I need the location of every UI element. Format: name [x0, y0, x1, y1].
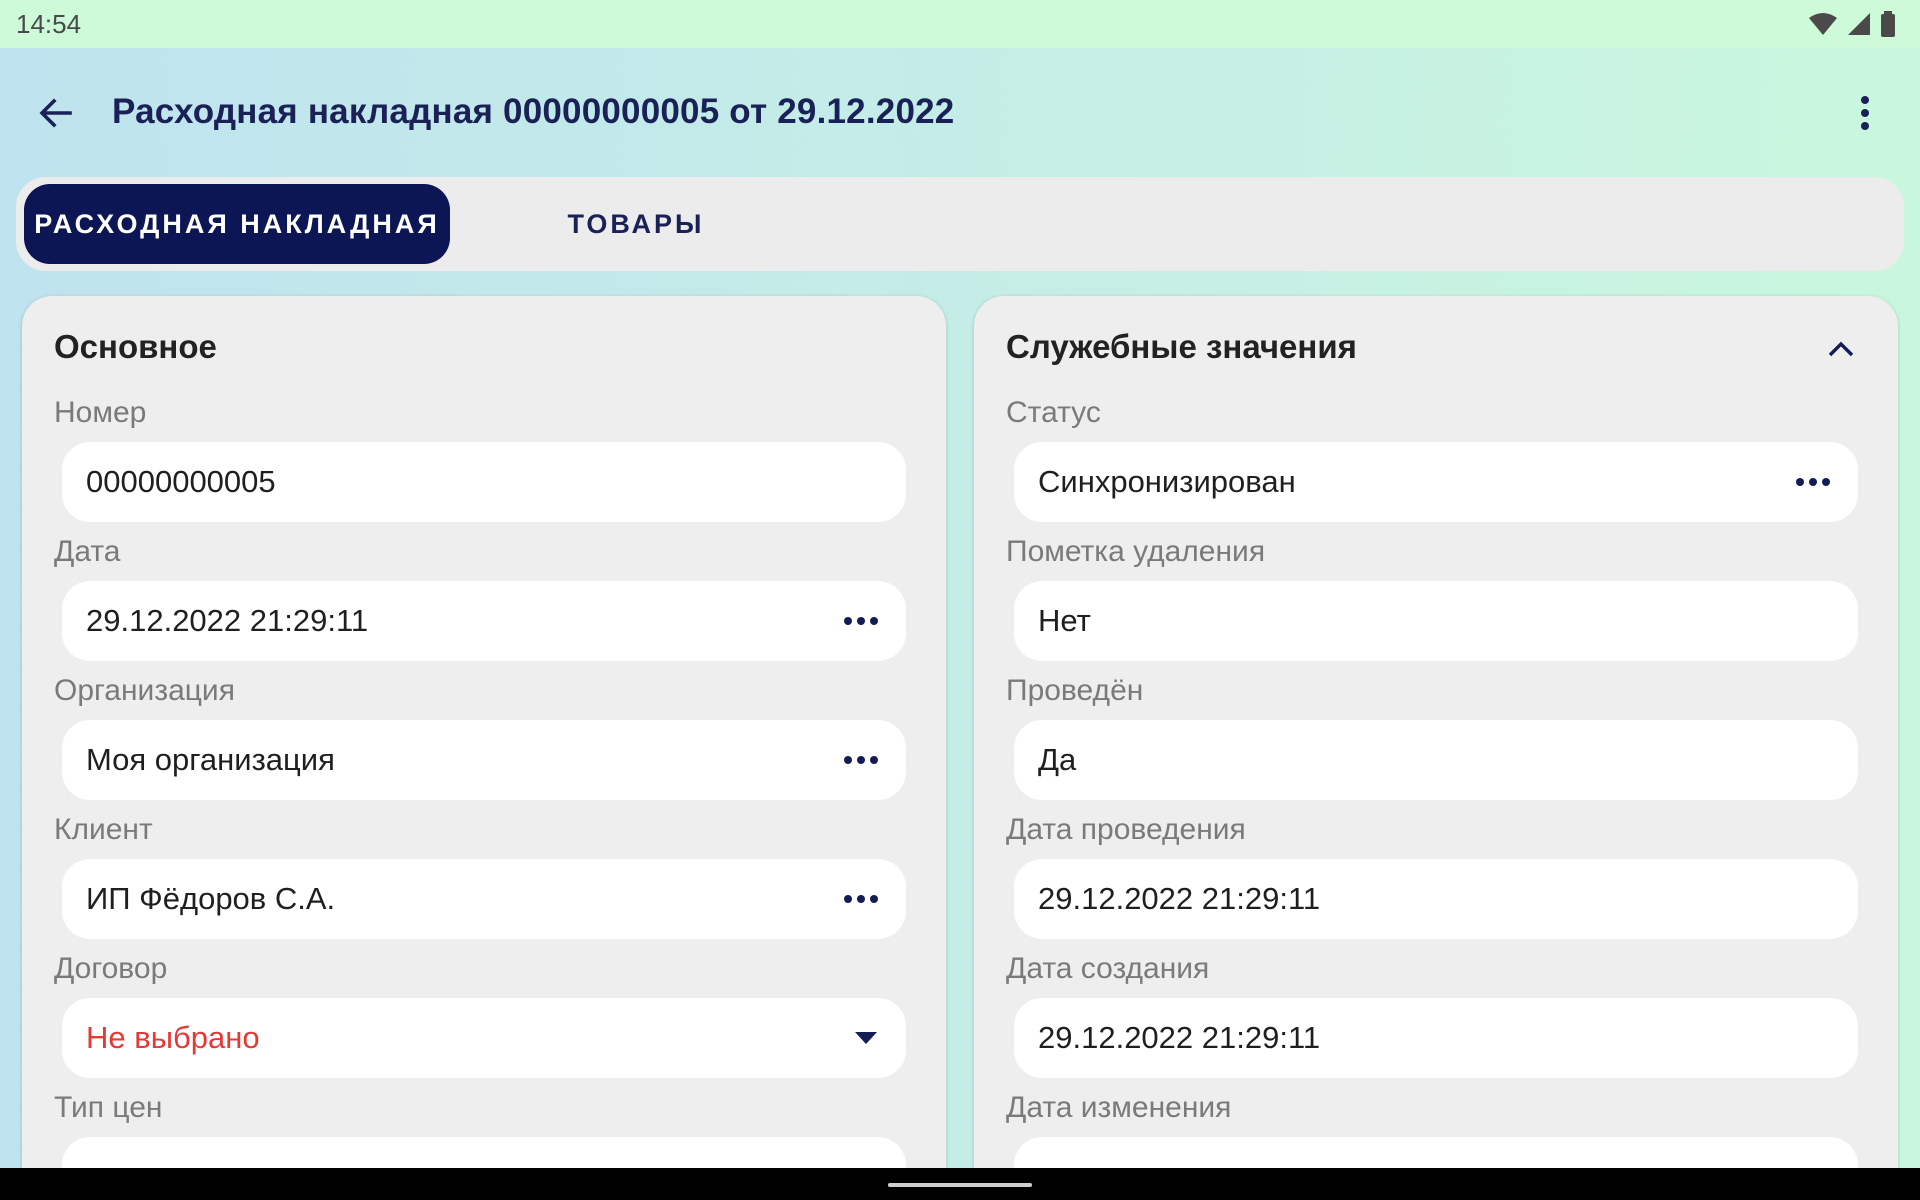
deletion-mark-label: Пометка удаления — [1006, 535, 1266, 568]
tab-goods[interactable]: ТОВАРЫ — [486, 184, 786, 264]
signal-icon — [1848, 13, 1870, 35]
date-field[interactable]: 29.12.2022 21:29:11 — [62, 581, 906, 661]
organization-field[interactable]: Моя организация — [62, 720, 906, 800]
deletion-mark-value: Нет — [1038, 603, 1091, 638]
more-options-button[interactable] — [1836, 84, 1894, 142]
tab-bar: РАСХОДНАЯ НАКЛАДНАЯ ТОВАРЫ — [16, 177, 1904, 271]
more-horiz-icon[interactable] — [840, 607, 882, 635]
organization-label: Организация — [54, 674, 235, 707]
app-bar: Расходная накладная 00000000005 от 29.12… — [0, 48, 1920, 176]
number-value: 00000000005 — [86, 464, 276, 499]
modification-date-label: Дата изменения — [1006, 1091, 1232, 1124]
more-horiz-icon[interactable] — [840, 746, 882, 774]
status-bar: 14:54 — [0, 0, 1920, 48]
contract-dropdown[interactable]: Не выбрано — [62, 998, 906, 1078]
status-value: Синхронизирован — [1038, 464, 1296, 499]
date-value: 29.12.2022 21:29:11 — [86, 603, 369, 638]
main-section-card: Основное Номер 00000000005 Дата 29.12.20… — [22, 296, 946, 1200]
status-label: Статус — [1006, 396, 1101, 429]
wifi-icon — [1809, 13, 1837, 35]
main-section-title: Основное — [54, 328, 217, 365]
price-type-label: Тип цен — [54, 1091, 163, 1124]
number-label: Номер — [54, 396, 147, 429]
contract-label: Договор — [54, 952, 168, 985]
service-section-card: Служебные значения Статус Синхронизирова… — [974, 296, 1898, 1200]
arrow-back-icon — [39, 98, 72, 128]
number-field[interactable]: 00000000005 — [62, 442, 906, 522]
posted-field[interactable]: Да — [1014, 720, 1858, 800]
more-horiz-icon[interactable] — [1792, 468, 1834, 496]
battery-icon — [1881, 11, 1895, 37]
status-icons — [1808, 11, 1896, 37]
client-label: Клиент — [54, 813, 153, 846]
more-vert-icon — [1861, 96, 1869, 130]
deletion-mark-field[interactable]: Нет — [1014, 581, 1858, 661]
back-button[interactable] — [26, 84, 84, 142]
client-value: ИП Фёдоров С.А. — [86, 881, 336, 916]
date-label: Дата — [54, 535, 121, 568]
posted-value: Да — [1038, 742, 1077, 777]
posting-date-label: Дата проведения — [1006, 813, 1246, 846]
posting-date-field[interactable]: 29.12.2022 21:29:11 — [1014, 859, 1858, 939]
home-indicator[interactable] — [888, 1183, 1032, 1187]
organization-value: Моя организация — [86, 742, 335, 777]
chevron-up-icon — [1828, 341, 1854, 357]
contract-value: Не выбрано — [86, 1020, 260, 1055]
more-horiz-icon[interactable] — [840, 885, 882, 913]
status-field[interactable]: Синхронизирован — [1014, 442, 1858, 522]
creation-date-label: Дата создания — [1006, 952, 1210, 985]
service-section-title: Служебные значения — [1006, 328, 1357, 365]
status-time: 14:54 — [16, 8, 82, 39]
client-field[interactable]: ИП Фёдоров С.А. — [62, 859, 906, 939]
page-title: Расходная накладная 00000000005 от 29.12… — [112, 92, 955, 131]
posting-date-value: 29.12.2022 21:29:11 — [1038, 881, 1321, 916]
collapse-button[interactable] — [1814, 322, 1868, 376]
arrow-drop-down-icon — [855, 1032, 877, 1044]
creation-date-field[interactable]: 29.12.2022 21:29:11 — [1014, 998, 1858, 1078]
posted-label: Проведён — [1006, 674, 1144, 707]
tab-invoice[interactable]: РАСХОДНАЯ НАКЛАДНАЯ — [24, 184, 450, 264]
creation-date-value: 29.12.2022 21:29:11 — [1038, 1020, 1321, 1055]
